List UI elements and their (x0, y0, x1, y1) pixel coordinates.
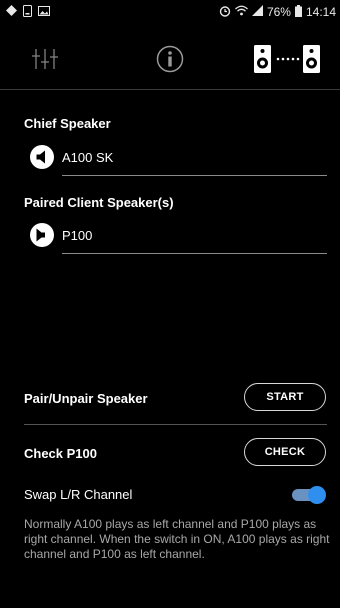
phone-icon (23, 4, 32, 20)
start-button[interactable]: START (244, 383, 326, 411)
chief-speaker-name: A100 SK (62, 150, 114, 165)
speaker-icon (30, 145, 54, 169)
paired-speaker-row[interactable]: P100 (30, 220, 327, 254)
pair-unpair-label: Pair/Unpair Speaker (24, 391, 148, 406)
chief-speaker-row[interactable]: A100 SK (30, 142, 327, 176)
equalizer-tab[interactable] (32, 36, 58, 86)
speaker-icon (30, 223, 54, 247)
paired-speakers-label: Paired Client Speaker(s) (24, 195, 174, 210)
check-p100-label: Check P100 (24, 446, 97, 461)
paired-speaker-underline (62, 253, 327, 254)
status-bar: 76% 14:14 (0, 0, 340, 24)
info-icon (156, 45, 184, 78)
info-tab[interactable] (156, 36, 184, 86)
chief-speaker-label: Chief Speaker (24, 116, 111, 131)
top-toolbar (0, 36, 340, 86)
wifi-icon (234, 5, 248, 19)
row-divider (24, 424, 327, 425)
diamond-icon (6, 5, 17, 19)
toggle-knob (308, 486, 326, 504)
swap-channel-description: Normally A100 plays as left channel and … (24, 517, 330, 561)
status-left-icons (6, 4, 50, 20)
clock-time: 14:14 (305, 5, 336, 19)
swap-channel-label: Swap L/R Channel (24, 487, 133, 502)
pairing-tab[interactable] (254, 36, 320, 86)
status-right-icons: 76% 14:14 (219, 4, 336, 20)
check-button[interactable]: CHECK (244, 438, 326, 466)
speaker-pair-icon (254, 44, 320, 79)
signal-icon (251, 5, 263, 19)
swap-channel-toggle[interactable] (292, 486, 326, 504)
sliders-icon (32, 48, 58, 75)
image-notification-icon (38, 5, 50, 19)
alarm-icon (219, 5, 231, 20)
paired-speaker-name: P100 (62, 228, 93, 243)
battery-icon (294, 4, 302, 20)
toolbar-divider (0, 89, 340, 90)
battery-percent: 76% (266, 5, 291, 19)
chief-speaker-underline (62, 175, 327, 176)
